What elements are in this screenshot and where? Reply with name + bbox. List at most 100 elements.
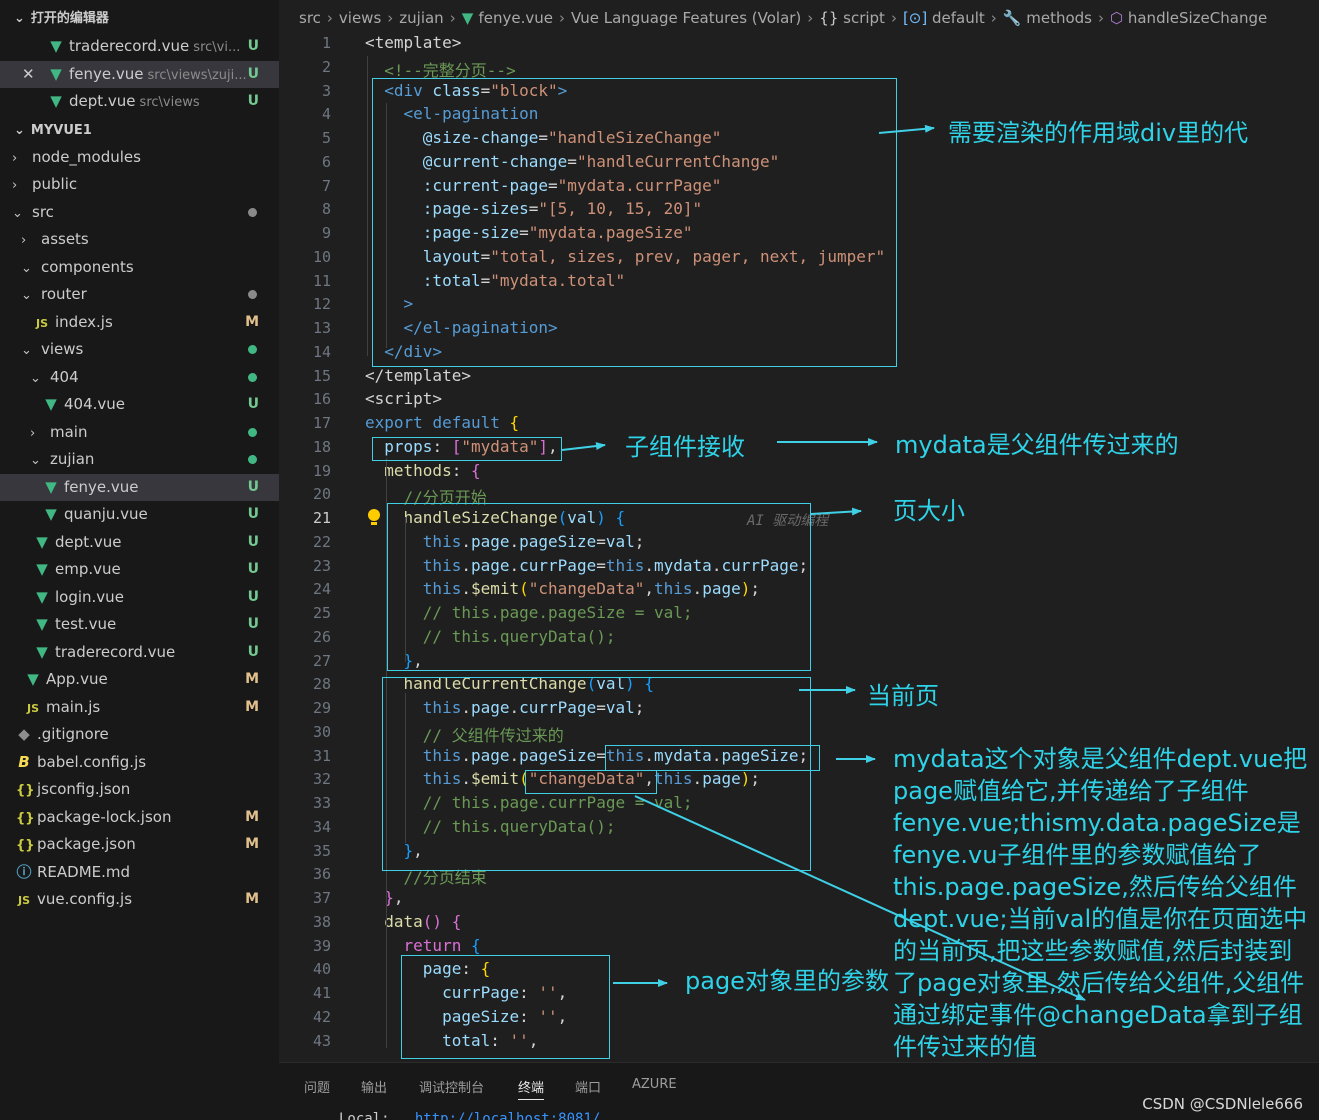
open-editor-label: traderecord.vue: [69, 37, 190, 55]
open-editor-item[interactable]: ▼ dept.vue src\views U: [0, 88, 279, 115]
tree-item-label: public: [32, 175, 78, 193]
open-editor-path: src\vi...: [193, 40, 241, 55]
vue-file-icon: ▼: [36, 560, 48, 578]
tab-ports[interactable]: 端口: [575, 1077, 601, 1096]
tree-item[interactable]: {} package-lock.json M: [0, 804, 279, 831]
open-editors-header[interactable]: ⌄ 打开的编辑器: [0, 5, 279, 32]
vue-file-icon: ▼: [45, 505, 57, 523]
tree-item[interactable]: ▼ dept.vue U: [0, 529, 279, 556]
tree-item[interactable]: ◆ .gitignore: [0, 721, 279, 748]
highlight-page-object: [401, 955, 610, 1059]
tree-item[interactable]: ⌄ router: [0, 281, 279, 308]
vue-file-icon: ▼: [36, 642, 48, 661]
tree-item[interactable]: ▼ test.vue U: [0, 611, 279, 638]
babel-file-icon: B: [18, 752, 30, 771]
tree-item-label: babel.config.js: [37, 752, 147, 771]
chevron-right-icon: ›: [12, 178, 18, 193]
git-status-badge: U: [247, 506, 259, 522]
project-title: MYVUE1: [30, 122, 92, 138]
git-status-badge: U: [247, 643, 259, 660]
git-status-badge: U: [247, 396, 259, 412]
tree-item[interactable]: ▼ quanju.vue U: [0, 501, 279, 528]
tree-item[interactable]: › node_modules: [0, 144, 279, 171]
vue-icon: ▼: [50, 37, 62, 55]
tree-item[interactable]: ⌄ 404: [0, 364, 279, 391]
js-file-icon: JS: [17, 894, 30, 907]
tree-item[interactable]: Bbabel.config.js: [0, 749, 279, 776]
note-current-page: 当前页: [867, 682, 939, 710]
tree-item[interactable]: › public: [0, 171, 279, 198]
chevron-right-icon: ›: [21, 233, 27, 248]
tree-item[interactable]: ⌄ components: [0, 254, 279, 281]
tree-item-label: test.vue: [55, 615, 117, 633]
highlight-size-change: [387, 503, 811, 671]
open-editor-path: src\views: [139, 95, 200, 110]
tree-item[interactable]: ▼ 404.vue U: [0, 391, 279, 418]
tree-item-label: index.js: [55, 312, 113, 331]
tree-item-label: jsconfig.json: [37, 780, 131, 798]
vue-file-icon: ▼: [45, 477, 57, 496]
tree-item[interactable]: ⓘ README.md: [0, 859, 279, 886]
tree-item-label: main: [50, 422, 88, 441]
open-editor-item[interactable]: ✕ ▼ fenye.vue src\views\zuji... U: [0, 60, 279, 88]
tree-item[interactable]: ▼ emp.vue U: [0, 556, 279, 583]
git-status-badge: U: [247, 93, 259, 109]
tree-item[interactable]: JS main.js M: [0, 694, 279, 721]
highlight-block-div: [372, 78, 897, 367]
tree-item[interactable]: › main: [0, 419, 279, 446]
git-status-badge: U: [247, 65, 259, 82]
terminal-label: Local:: [339, 1111, 390, 1120]
git-file-icon: ◆: [18, 725, 30, 743]
open-editor-label: fenye.vue: [69, 64, 144, 83]
watermark: CSDN @CSDNlele666: [1142, 1095, 1303, 1113]
open-editor-item[interactable]: ▼ traderecord.vue src\vi... U: [0, 33, 279, 60]
tree-item-label: assets: [41, 230, 89, 248]
code-editor[interactable]: src › views › zujian › ▼ fenye.vue › Vue Languag…: [279, 0, 1319, 1062]
git-status-badge: U: [247, 533, 259, 550]
tree-item-label: fenye.vue: [64, 477, 139, 496]
tree-item-label: 404.vue: [64, 395, 126, 413]
tab-debug-console[interactable]: 调试控制台: [419, 1077, 484, 1096]
vue-file-icon: ▼: [36, 587, 48, 606]
tree-item[interactable]: {} jsconfig.json: [0, 776, 279, 803]
git-status-badge: U: [247, 478, 259, 495]
tab-output[interactable]: 输出: [361, 1077, 387, 1096]
tree-item[interactable]: JS vue.config.js M: [0, 886, 279, 913]
tree-item-label: package.json: [37, 835, 136, 853]
open-editor-label: dept.vue: [69, 92, 136, 110]
vue-file-icon: ▼: [36, 532, 48, 551]
tree-item-label: traderecord.vue: [55, 642, 176, 661]
tree-item[interactable]: ▼ login.vue U: [0, 584, 279, 611]
arrow-page-size: [810, 507, 862, 516]
tree-item[interactable]: ▼ traderecord.vue U: [0, 639, 279, 666]
tree-item[interactable]: ⌄ views: [0, 336, 279, 363]
tree-item[interactable]: JS index.js M: [0, 309, 279, 336]
arrow-props: [561, 442, 606, 451]
json-file-icon: {}: [16, 810, 35, 826]
close-icon[interactable]: ✕: [22, 61, 35, 88]
terminal-url[interactable]: http://localhost:8081/: [415, 1111, 600, 1120]
git-status-badge: U: [247, 561, 259, 577]
project-header[interactable]: ⌄ MYVUE1: [0, 117, 279, 144]
tree-item[interactable]: › assets: [0, 226, 279, 253]
tree-item-label: emp.vue: [55, 560, 121, 578]
note-scope: 需要渲染的作用域div里的代: [948, 119, 1249, 147]
tab-problems[interactable]: 问题: [304, 1077, 330, 1096]
tree-item[interactable]: {} package.json M: [0, 831, 279, 858]
tree-item[interactable]: ▼ App.vue M: [0, 666, 279, 693]
tree-item-label: package-lock.json: [37, 807, 172, 826]
tree-item[interactable]: ⌄ zujian: [0, 446, 279, 473]
tree-item[interactable]: ⌄ src: [0, 199, 279, 226]
tab-terminal[interactable]: 终端: [518, 1077, 545, 1100]
tree-item-label: router: [41, 285, 87, 303]
git-status-badge: U: [247, 38, 259, 54]
modified-dot-icon: [248, 345, 257, 354]
tree-item-label: node_modules: [32, 147, 141, 166]
modified-dot-icon: [248, 427, 257, 437]
highlight-props: [372, 437, 562, 461]
chevron-down-icon: ⌄: [21, 288, 32, 303]
tree-item[interactable]: ▼ fenye.vue U: [0, 473, 279, 501]
tab-azure[interactable]: AZURE: [632, 1077, 677, 1092]
json-file-icon: {}: [16, 838, 35, 853]
highlight-mydata-pagesize: [605, 745, 820, 771]
